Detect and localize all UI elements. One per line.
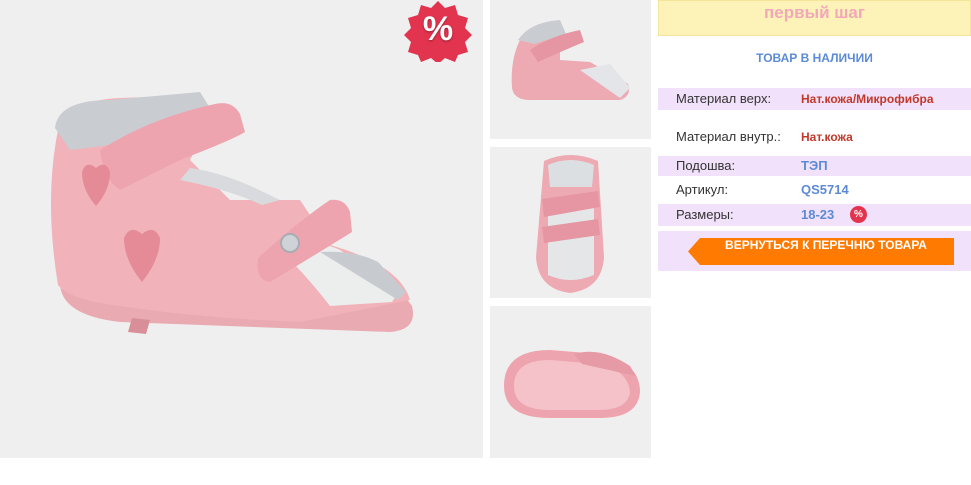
brand-title: первый шаг [764,3,865,22]
spec-value: Нат.кожа/Микрофибра [801,92,934,106]
back-bar: ВЕРНУТЬСЯ К ПЕРЕЧНЮ ТОВАРА [658,231,971,271]
main-product-image[interactable] [0,0,483,458]
stock-status: ТОВАР В НАЛИЧИИ [756,51,873,65]
spec-row-upper-material: Материал верх: Нат.кожа/Микрофибра [658,88,971,110]
spec-label: Артикул: [676,182,729,197]
spec-row-sizes: Размеры: 18-23 % [658,204,971,226]
spec-value: ТЭП [801,158,828,173]
spec-row-article: Артикул: QS5714 [658,180,971,200]
brand-banner: первый шаг [658,0,971,36]
spec-label: Материал внутр.: [676,129,781,144]
back-to-list-button[interactable]: ВЕРНУТЬСЯ К ПЕРЕЧНЮ ТОВАРА [688,238,954,265]
thumbnail-top-view[interactable] [490,147,651,298]
spec-row-sole: Подошва: ТЭП [658,156,971,176]
thumbnail-sole-view[interactable] [490,306,651,458]
spec-label: Подошва: [676,158,736,173]
sale-badge: % [403,0,473,62]
back-to-list-label: ВЕРНУТЬСЯ К ПЕРЕЧНЮ ТОВАРА [725,238,927,252]
spec-row-inner-material: Материал внутр.: Нат.кожа [658,126,971,148]
spec-value: 18-23 [801,207,835,222]
thumbnail-side-view[interactable] [490,0,651,139]
spec-value: Нат.кожа [801,130,853,144]
sizes-sale-icon: % [850,206,867,223]
sale-badge-label: % [422,10,454,48]
spec-label: Размеры: [676,207,734,222]
spec-label: Материал верх: [676,91,772,106]
spec-value: QS5714 [801,182,849,197]
